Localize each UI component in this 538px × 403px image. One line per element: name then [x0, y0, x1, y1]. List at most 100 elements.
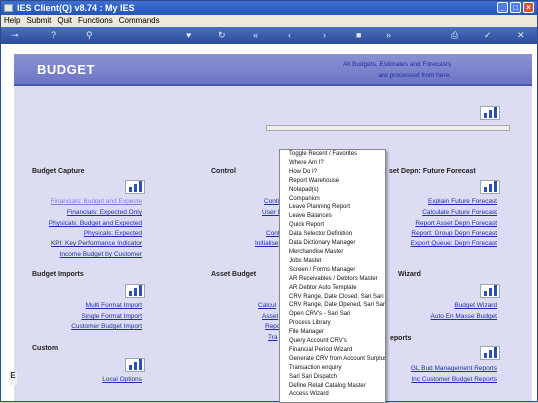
prev-icon[interactable]: ‹ [288, 30, 291, 41]
section-budget-capture: Budget Capture [32, 168, 85, 175]
link-asset-budget-1[interactable]: Calcul [258, 302, 276, 309]
menu-item[interactable]: Financial Period Wizard [280, 346, 385, 355]
link-budget-wizard[interactable]: Budget Wizard [454, 302, 497, 309]
key-icon[interactable]: ⊸ [11, 30, 19, 41]
page-header: BUDGET [14, 54, 532, 86]
cancel-icon[interactable]: ✕ [517, 30, 525, 41]
info-line-1: All Budgets, Estimates and Forecasts [342, 61, 451, 68]
link-control-5[interactable]: Initialise [255, 240, 278, 247]
menu-functions[interactable]: Functions [75, 15, 116, 27]
menu-item[interactable]: Where Am I? [280, 159, 385, 168]
first-icon[interactable]: « [253, 30, 258, 41]
chart-icon [480, 346, 500, 360]
chart-icon [125, 358, 145, 372]
link-income-budget-by-customer[interactable]: Income Budget by Customer [60, 251, 142, 258]
heart-icon[interactable]: ♥ [186, 30, 191, 41]
link-physicals-expected[interactable]: Physicals: Expected [84, 230, 142, 237]
app-window: IES Client(Q) v8.74 : My IES _ □ × Help … [0, 0, 538, 403]
close-button[interactable]: × [523, 2, 534, 13]
link-financials-budget-expected[interactable]: Financials: Budget and Expecte [51, 198, 142, 205]
window-title: IES Client(Q) v8.74 : My IES [17, 3, 135, 13]
menu-bar: Help Submit Quit Functions Commands [1, 15, 537, 27]
link-local-options[interactable]: Local Options [102, 376, 142, 383]
title-bar: IES Client(Q) v8.74 : My IES _ □ × [1, 1, 537, 15]
chart-icon [480, 284, 500, 298]
section-wizard: Wizard [398, 271, 421, 278]
chart-icon [480, 180, 500, 194]
menu-item[interactable]: File Manager [280, 328, 385, 337]
menu-item[interactable]: Access Wizard [280, 390, 385, 399]
side-tab[interactable]: E [9, 371, 17, 385]
chart-icon [125, 180, 145, 194]
link-report-group-depn-forecast[interactable]: Report: Group Depn Forecast [411, 230, 497, 237]
section-reports: eports [390, 335, 412, 342]
print-icon[interactable]: ⎙ [451, 30, 458, 41]
menu-quit[interactable]: Quit [54, 15, 75, 27]
info-line-2: are processed from here. [378, 72, 451, 79]
link-calculate-future-forecast[interactable]: Calculate Future Forecast [422, 209, 497, 216]
menu-commands[interactable]: Commands [116, 15, 163, 27]
link-export-queue-depn-forecast[interactable]: Export Queue: Depn Forecast [411, 240, 497, 247]
section-control: Control [211, 168, 236, 175]
link-single-format-import[interactable]: Single Format Import [81, 313, 142, 320]
info-text: All Budgets, Estimates and Forecasts are… [343, 59, 451, 81]
link-financials-expected-only[interactable]: Financials: Expected Only [67, 209, 142, 216]
link-gl-bud-management-reports[interactable]: GL Bud Management Reports [411, 365, 497, 372]
menu-item[interactable]: Sari Sari Dispatch [280, 373, 385, 382]
menu-item[interactable]: Query Account CRV's [280, 337, 385, 346]
context-menu: Toggle Recent / Favorites Where Am I? Ho… [279, 149, 386, 403]
menu-item[interactable]: Jobs Master [280, 257, 385, 266]
menu-item[interactable]: CRV Range, Date Closed, Sari Sari [280, 293, 385, 302]
toolbar: ⊸ ? ⚲ ♥ ↻ « ‹ › ■ » ⎙ ✓ ✕ [1, 27, 537, 44]
app-icon [4, 4, 13, 12]
menu-item[interactable]: Toggle Recent / Favorites [280, 150, 385, 159]
link-kpi[interactable]: KPI: Key Performance Indicator [51, 240, 142, 247]
stop-icon[interactable]: ■ [356, 30, 361, 41]
refresh-icon[interactable]: ↻ [218, 30, 226, 41]
link-control-1[interactable]: Conti [264, 198, 279, 205]
link-auto-en-masse-budget[interactable]: Auto En Masse Budget [431, 313, 498, 320]
menu-item[interactable]: Report Warehouse [280, 177, 385, 186]
menu-help[interactable]: Help [1, 15, 23, 27]
section-asset-budget: Asset Budget [211, 271, 257, 278]
progress-bar [266, 125, 510, 131]
menu-item[interactable]: Process Library [280, 319, 385, 328]
menu-item[interactable]: Leave Balances [280, 212, 385, 221]
chart-icon [480, 106, 500, 120]
help-icon[interactable]: ? [51, 30, 56, 41]
link-report-asset-depn-forecast[interactable]: Report Asset Depn Forecast [415, 220, 497, 227]
menu-item[interactable]: AR Receivables / Debtors Master [280, 275, 385, 284]
maximize-button[interactable]: □ [510, 2, 521, 13]
menu-item[interactable]: Leave Planning Report [280, 203, 385, 212]
menu-item[interactable]: Define Retail Catalog Master [280, 382, 385, 391]
menu-item[interactable]: How Do I? [280, 168, 385, 177]
link-asset-budget-2[interactable]: Asset [262, 313, 278, 320]
link-physicals-budget-expected[interactable]: Physicals: Budget and Expected [49, 220, 142, 227]
link-inc-customer-budget-reports[interactable]: Inc Customer Budget Reports [411, 376, 497, 383]
link-asset-budget-4[interactable]: Tra [268, 334, 278, 341]
menu-item[interactable]: CRV Range, Date Opened, Sari Sari [280, 301, 385, 310]
next-icon[interactable]: › [323, 30, 326, 41]
link-multi-format-import[interactable]: Multi Format Import [86, 302, 142, 309]
link-customer-budget-import[interactable]: Customer Budget Import [71, 323, 142, 330]
menu-item[interactable]: Companion [280, 195, 385, 204]
menu-item[interactable]: Screen / Forms Manager [280, 266, 385, 275]
menu-submit[interactable]: Submit [23, 15, 54, 27]
page-title: BUDGET [37, 62, 95, 77]
menu-item[interactable]: Notepad(s) [280, 186, 385, 195]
menu-item[interactable]: Data Dictionary Manager [280, 239, 385, 248]
menu-item[interactable]: Transaction enquiry [280, 364, 385, 373]
last-icon[interactable]: » [386, 30, 391, 41]
menu-item[interactable]: Data Selector Definition [280, 230, 385, 239]
link-control-2[interactable]: User I [262, 209, 279, 216]
ok-icon[interactable]: ✓ [484, 30, 492, 41]
menu-item[interactable]: Quick Report [280, 221, 385, 230]
minimize-button[interactable]: _ [497, 2, 508, 13]
menu-item[interactable]: AR Debtor Auto Template [280, 284, 385, 293]
menu-item[interactable]: Merchandise Master [280, 248, 385, 257]
section-custom: Custom [32, 345, 59, 352]
link-explain-future-forecast[interactable]: Explain Future Forecast [428, 198, 497, 205]
menu-item[interactable]: Open CRV's - Sari Sari [280, 310, 385, 319]
search-icon[interactable]: ⚲ [86, 30, 93, 41]
menu-item[interactable]: Generate CRV from Account Surplus [280, 355, 385, 364]
